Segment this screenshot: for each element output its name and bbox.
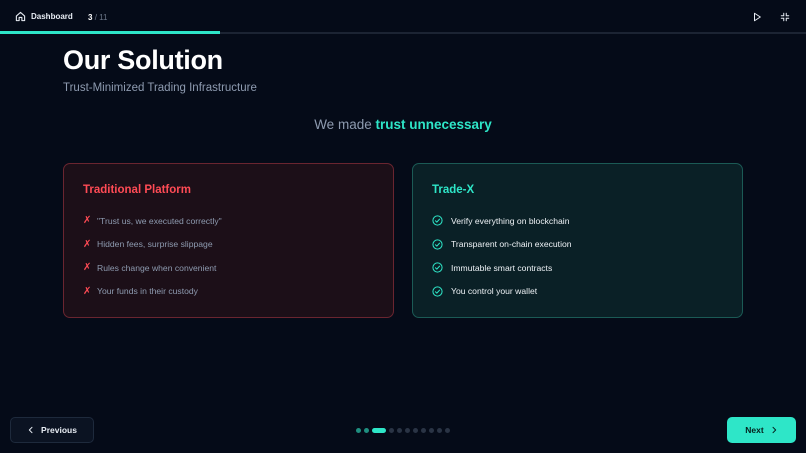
- dashboard-label: Dashboard: [31, 12, 73, 21]
- check-circle-icon: [432, 262, 443, 273]
- play-button[interactable]: [751, 11, 763, 23]
- page-subtitle: Trust-Minimized Trading Infrastructure: [63, 82, 257, 94]
- tagline: We made trust unnecessary: [0, 117, 806, 132]
- list-item: ✗ Your funds in their custody: [83, 280, 374, 304]
- chevron-right-icon: [772, 426, 776, 434]
- check-circle-icon: [432, 215, 443, 226]
- slide-dot[interactable]: [372, 428, 386, 433]
- next-label: Next: [745, 425, 764, 435]
- slide-total: 11: [99, 13, 108, 22]
- top-bar: Dashboard 3 / 11: [0, 0, 806, 34]
- cross-icon: ✗: [83, 238, 92, 250]
- slide-progress-bar: [0, 31, 221, 34]
- check-circle-icon: [432, 286, 443, 297]
- cross-icon: ✗: [83, 262, 92, 274]
- slide-dots: [0, 428, 806, 433]
- play-icon: [754, 12, 761, 22]
- list-item: ✗ "Trust us, we executed correctly": [83, 209, 374, 233]
- list-item-text: Your funds in their custody: [97, 286, 198, 297]
- home-icon: [15, 11, 26, 22]
- list-item: You control your wallet: [432, 280, 723, 304]
- slide-dot[interactable]: [445, 428, 450, 433]
- slide-dot[interactable]: [364, 428, 369, 433]
- list-item: ✗ Hidden fees, surprise slippage: [83, 233, 374, 257]
- fullscreen-exit-icon: [780, 12, 790, 22]
- check-circle-icon: [432, 239, 443, 250]
- list-item-text: Verify everything on blockchain: [451, 215, 570, 226]
- traditional-platform-card: Traditional Platform ✗ "Trust us, we exe…: [63, 163, 394, 318]
- slide-current: 3: [88, 13, 93, 22]
- slide-counter: 3 / 11: [88, 13, 107, 22]
- slide-dot[interactable]: [356, 428, 361, 433]
- list-item-text: "Trust us, we executed correctly": [97, 215, 222, 226]
- list-item: Immutable smart contracts: [432, 256, 723, 280]
- slide-dot[interactable]: [437, 428, 442, 433]
- page-title: Our Solution: [63, 45, 223, 75]
- list-item: Transparent on-chain execution: [432, 233, 723, 257]
- dashboard-button[interactable]: Dashboard: [15, 11, 73, 22]
- cross-icon: ✗: [83, 285, 92, 297]
- cross-icon: ✗: [83, 215, 92, 227]
- slide-dot[interactable]: [397, 428, 402, 433]
- slide-dot[interactable]: [405, 428, 410, 433]
- fullscreen-button[interactable]: [779, 11, 791, 23]
- next-button[interactable]: Next: [727, 417, 796, 443]
- list-item-text: You control your wallet: [451, 286, 538, 297]
- list-item-text: Rules change when convenient: [97, 262, 217, 273]
- list-item: ✗ Rules change when convenient: [83, 256, 374, 280]
- tagline-prefix: We made: [314, 117, 372, 132]
- traditional-card-title: Traditional Platform: [83, 184, 191, 196]
- slide-dot[interactable]: [413, 428, 418, 433]
- slide-dot[interactable]: [421, 428, 426, 433]
- slide-dot[interactable]: [389, 428, 394, 433]
- slide-separator: /: [94, 13, 97, 22]
- tagline-highlight: trust unnecessary: [375, 117, 492, 132]
- list-item-text: Hidden fees, surprise slippage: [97, 239, 213, 250]
- list-item-text: Immutable smart contracts: [451, 262, 553, 273]
- trade-x-card-title: Trade-X: [432, 184, 475, 196]
- list-item-text: Transparent on-chain execution: [451, 239, 572, 250]
- trade-x-card: Trade-X Verify everything on blockchain …: [412, 163, 743, 318]
- list-item: Verify everything on blockchain: [432, 209, 723, 233]
- slide-dot[interactable]: [429, 428, 434, 433]
